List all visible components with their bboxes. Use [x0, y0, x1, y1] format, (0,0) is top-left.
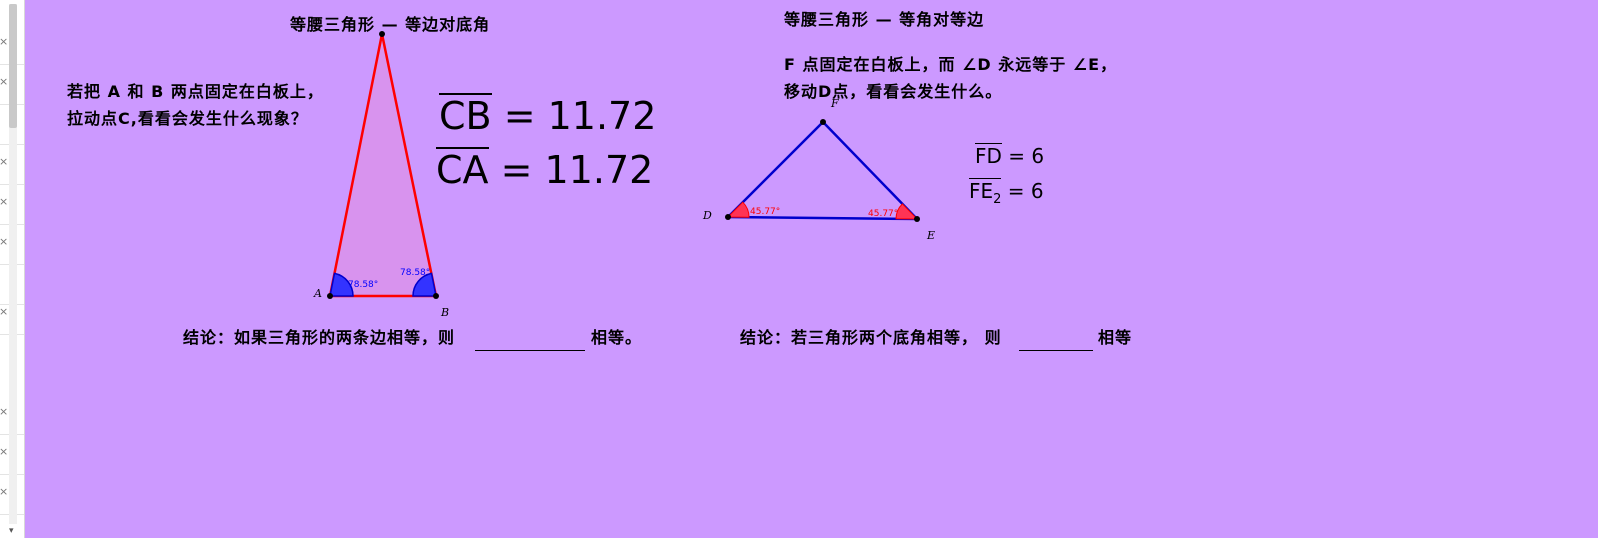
- segment-fe-value: = 6: [1007, 179, 1044, 203]
- point-b[interactable]: [433, 293, 439, 299]
- segment-fd-value: = 6: [1008, 144, 1045, 168]
- close-icon[interactable]: ×: [0, 36, 8, 48]
- construction2-instruction-line1: F 点固定在白板上，而 ∠D 永远等于 ∠E，: [784, 55, 1118, 74]
- segment-fe-subscript: 2: [993, 192, 1002, 207]
- angle-a-label: 78.58°: [348, 280, 379, 290]
- construction2-title: 等腰三角形 — 等角对等边: [784, 10, 985, 29]
- segment-cb-measure: CB = 11.72: [439, 93, 656, 138]
- point-a[interactable]: [327, 293, 333, 299]
- point-d[interactable]: [725, 214, 731, 220]
- segment-ca-value: = 11.72: [500, 148, 654, 192]
- algebra-panel: × × × × × × × × × ▾: [0, 0, 25, 550]
- construction2-instruction-line2: 移动D点，看看会发生什么。: [784, 82, 1003, 101]
- segment-cb-value: = 11.72: [503, 94, 657, 138]
- panel-scrollbar[interactable]: [9, 4, 17, 524]
- close-icon[interactable]: ×: [0, 196, 8, 208]
- close-icon[interactable]: ×: [0, 486, 8, 498]
- point-d-label: D: [703, 209, 712, 222]
- segment-fd-label: FD: [975, 143, 1002, 168]
- segment-fd-measure: FD = 6: [975, 143, 1044, 168]
- segment-ca-label: CA: [436, 147, 489, 192]
- construction1-answer-blank[interactable]: [475, 350, 585, 351]
- scrollbar-thumb[interactable]: [9, 4, 17, 128]
- construction2-conclusion-suffix: 相等: [1098, 328, 1133, 347]
- triangle-def[interactable]: [725, 120, 920, 221]
- bottom-bar: [0, 538, 1600, 550]
- angle-d-label: 45.77°: [750, 207, 781, 217]
- segment-cb-label: CB: [439, 93, 492, 138]
- angle-e-marker[interactable]: [895, 203, 919, 220]
- segment-ca-measure: CA = 11.72: [436, 147, 653, 192]
- construction2-answer-blank[interactable]: [1019, 350, 1093, 351]
- scroll-down-icon[interactable]: ▾: [9, 526, 14, 536]
- close-icon[interactable]: ×: [0, 156, 8, 168]
- point-b-label: B: [441, 306, 450, 319]
- construction1-title: 等腰三角形 — 等边对底角: [290, 15, 491, 34]
- construction1-instruction-line1: 若把 A 和 B 两点固定在白板上，: [67, 82, 324, 101]
- graphics-view[interactable]: 等腰三角形 — 等边对底角 若把 A 和 B 两点固定在白板上， 拉动点C,看看…: [25, 0, 1598, 539]
- point-a-label: A: [314, 287, 322, 300]
- close-icon[interactable]: ×: [0, 446, 8, 458]
- close-icon[interactable]: ×: [0, 236, 8, 248]
- point-e-label: E: [927, 229, 936, 242]
- angle-d-marker[interactable]: [726, 201, 750, 218]
- point-f-label: F: [831, 97, 839, 110]
- triangle-abc[interactable]: [328, 33, 438, 298]
- construction1-conclusion-prefix: 结论：如果三角形的两条边相等，则: [183, 328, 456, 347]
- point-f[interactable]: [820, 119, 826, 125]
- close-icon[interactable]: ×: [0, 406, 8, 418]
- point-e[interactable]: [914, 216, 920, 222]
- construction2-conclusion-prefix: 结论：若三角形两个底角相等， 则: [740, 328, 1002, 347]
- angle-e-label: 45.77°: [868, 209, 899, 219]
- construction1-conclusion-suffix: 相等。: [591, 328, 643, 347]
- close-icon[interactable]: ×: [0, 76, 8, 88]
- angle-b-label: 78.58°: [400, 268, 431, 278]
- segment-fe-label: FE: [969, 179, 994, 203]
- segment-fe-measure: FE2 = 6: [969, 178, 1044, 206]
- close-icon[interactable]: ×: [0, 306, 8, 318]
- construction1-instruction-line2: 拉动点C,看看会发生什么现象？: [67, 109, 308, 128]
